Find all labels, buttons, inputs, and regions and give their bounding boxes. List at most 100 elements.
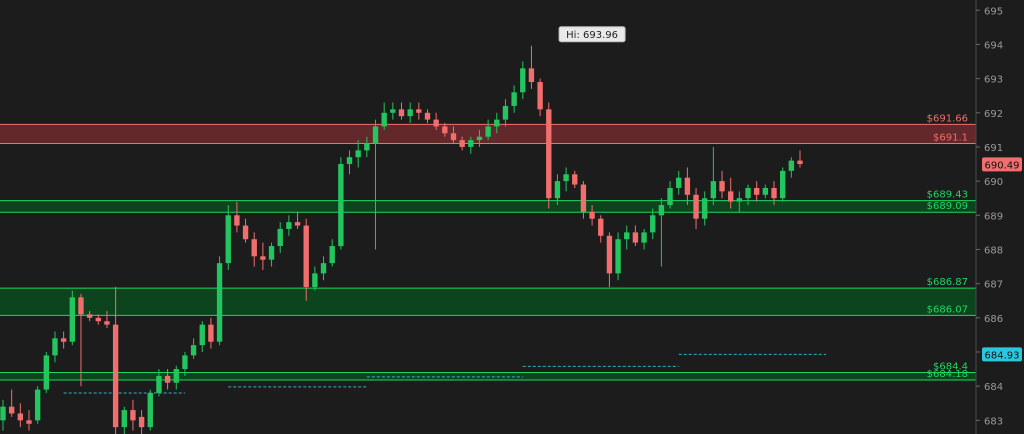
candle-body-83 bbox=[719, 181, 725, 192]
candle-body-37 bbox=[320, 263, 327, 274]
zone-bottom-label-3: $684.18 bbox=[927, 369, 968, 380]
zone-3 bbox=[0, 372, 976, 381]
y-tick-label-8: 691 bbox=[984, 143, 1003, 154]
candle-body-86 bbox=[745, 187, 751, 199]
candle-body-60 bbox=[520, 68, 526, 93]
candle-body-36 bbox=[312, 273, 318, 288]
candle-body-38 bbox=[329, 246, 335, 264]
y-tick-label-10: 693 bbox=[984, 75, 1003, 86]
candle-body-45 bbox=[390, 109, 396, 113]
zone-1 bbox=[0, 200, 976, 213]
candle-body-64 bbox=[554, 181, 561, 199]
candle-body-76 bbox=[658, 205, 665, 216]
candle-body-24 bbox=[208, 324, 214, 342]
candle-body-70 bbox=[606, 235, 613, 274]
candle-body-43 bbox=[372, 126, 379, 144]
candle-body-12 bbox=[104, 321, 110, 325]
candle-body-77 bbox=[667, 187, 673, 206]
candle-body-74 bbox=[641, 232, 647, 243]
candle-body-73 bbox=[632, 232, 639, 243]
candle-body-35 bbox=[303, 225, 309, 288]
candle-body-65 bbox=[563, 174, 569, 182]
candle-body-66 bbox=[572, 174, 578, 185]
candlestick-chart[interactable]: $691.66 $691.1 $689.43$689.09 $686.87 $686.0… bbox=[0, 0, 1024, 434]
candle-body-57 bbox=[494, 119, 500, 127]
candle-body-18 bbox=[156, 375, 162, 393]
candle-body-13 bbox=[112, 324, 119, 428]
candle-body-63 bbox=[546, 109, 552, 199]
candle-body-68 bbox=[589, 211, 595, 219]
y-tick-label-6: 689 bbox=[984, 211, 1003, 222]
candle-body-41 bbox=[355, 150, 361, 158]
candle-body-5 bbox=[43, 355, 50, 390]
candle-body-1 bbox=[8, 406, 15, 414]
candle-body-91 bbox=[788, 160, 795, 171]
candle-body-25 bbox=[216, 263, 223, 342]
y-tick-label-4: 687 bbox=[984, 280, 1003, 291]
candle-body-92 bbox=[797, 160, 803, 165]
y-tick-label-1: 684 bbox=[984, 382, 1003, 393]
zone-top-label-1: $689.43 bbox=[927, 190, 968, 201]
candle-body-51 bbox=[442, 126, 448, 134]
candle-body-85 bbox=[736, 198, 743, 202]
candle-body-29 bbox=[251, 239, 257, 257]
candle-body-4 bbox=[34, 389, 41, 421]
candle-body-47 bbox=[407, 109, 413, 117]
candle-body-59 bbox=[511, 92, 517, 106]
candle-body-67 bbox=[580, 184, 587, 212]
zone-bottom-label-1: $689.09 bbox=[927, 201, 968, 212]
candle-body-3 bbox=[26, 420, 32, 424]
candle-body-62 bbox=[537, 82, 543, 110]
y-tick-label-7: 690 bbox=[984, 177, 1003, 188]
candle-body-50 bbox=[433, 119, 439, 127]
high-marker-label: Hi: 693.96 bbox=[566, 30, 618, 41]
zone-2 bbox=[0, 288, 976, 316]
candle-body-39 bbox=[338, 164, 344, 247]
price-badge-label-0: 690.49 bbox=[985, 160, 1020, 171]
candle-body-53 bbox=[459, 140, 465, 147]
candle-body-20 bbox=[173, 369, 179, 383]
candle-body-19 bbox=[164, 375, 171, 383]
y-tick-label-3: 686 bbox=[984, 314, 1003, 325]
candle-body-54 bbox=[468, 140, 474, 147]
candle-body-49 bbox=[424, 112, 431, 120]
price-badge-label-1: 684.93 bbox=[985, 350, 1020, 361]
candle-body-2 bbox=[17, 413, 24, 421]
candle-body-72 bbox=[624, 232, 630, 240]
candle-body-79 bbox=[684, 177, 691, 195]
candle-body-69 bbox=[598, 218, 604, 236]
candle-body-88 bbox=[762, 187, 769, 195]
candle-body-55 bbox=[476, 136, 483, 141]
y-tick-label-9: 692 bbox=[984, 109, 1003, 120]
candle-body-75 bbox=[650, 215, 656, 233]
candle-body-28 bbox=[242, 225, 249, 240]
candle-body-15 bbox=[130, 410, 136, 421]
candle-body-44 bbox=[381, 112, 387, 127]
candle-body-6 bbox=[52, 338, 58, 356]
candle-body-27 bbox=[234, 215, 240, 226]
candle-body-61 bbox=[528, 68, 535, 83]
candle-body-11 bbox=[95, 317, 101, 322]
candle-body-87 bbox=[753, 187, 760, 195]
candle-body-56 bbox=[485, 126, 491, 137]
candle-body-32 bbox=[277, 228, 283, 247]
candle-body-42 bbox=[364, 143, 370, 151]
zone-top-label-0: $691.66 bbox=[927, 113, 968, 124]
candle-body-0 bbox=[0, 406, 6, 421]
y-tick-label-11: 694 bbox=[984, 40, 1003, 51]
candle-body-17 bbox=[147, 392, 153, 428]
candle-body-16 bbox=[138, 416, 145, 428]
candle-body-8 bbox=[69, 297, 75, 342]
candle-body-7 bbox=[60, 338, 67, 342]
candle-body-48 bbox=[416, 109, 422, 113]
zone-bottom-label-2: $686.07 bbox=[927, 304, 968, 315]
candle-body-89 bbox=[771, 187, 777, 199]
candle-body-58 bbox=[502, 105, 509, 120]
zone-bottom-label-0: $691.1 bbox=[933, 133, 968, 144]
candle-body-14 bbox=[121, 410, 127, 428]
candle-body-46 bbox=[398, 109, 405, 117]
y-tick-label-12: 695 bbox=[984, 6, 1003, 17]
candle-body-52 bbox=[450, 133, 457, 141]
candle-body-40 bbox=[346, 157, 353, 165]
candle-body-34 bbox=[294, 222, 301, 226]
